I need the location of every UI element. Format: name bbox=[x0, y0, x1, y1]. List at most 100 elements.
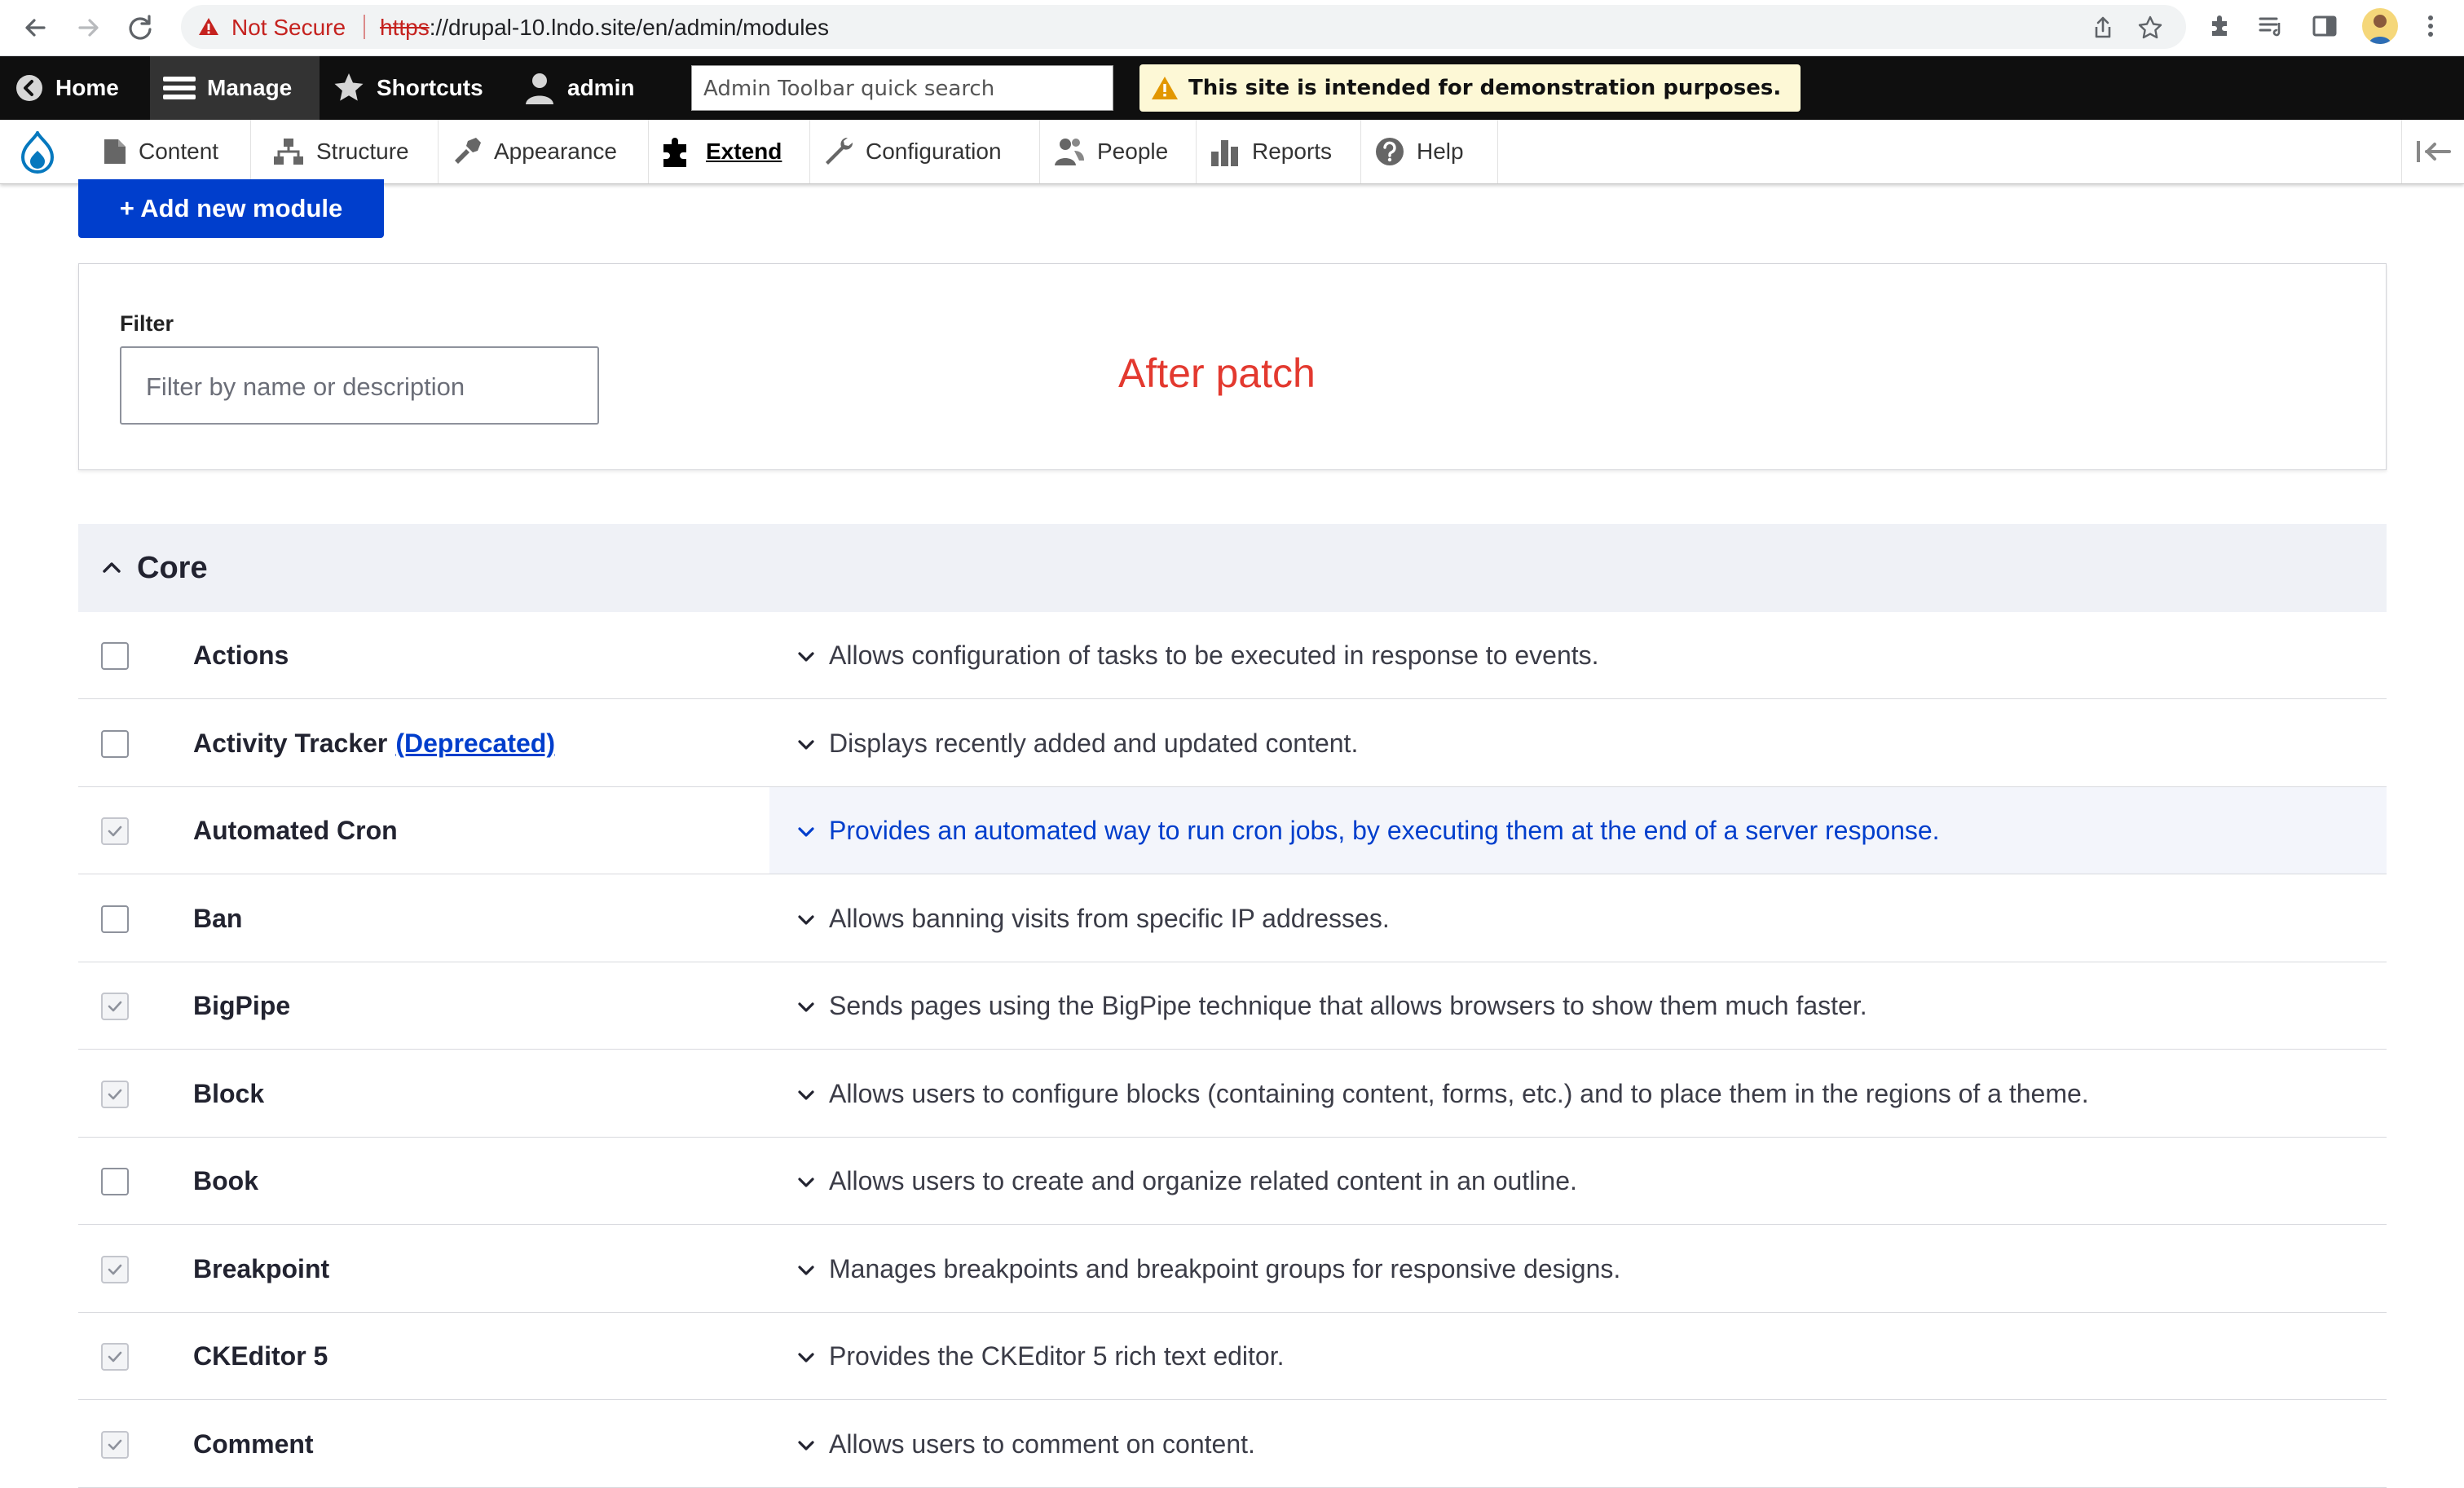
module-checkbox[interactable] bbox=[101, 905, 129, 933]
side-panel-icon[interactable] bbox=[2310, 11, 2339, 41]
tray-item-label: Extend bbox=[706, 139, 782, 164]
module-description-toggle[interactable]: Provides an automated way to run cron jo… bbox=[769, 787, 2387, 874]
module-name-text: Block bbox=[193, 1078, 265, 1108]
module-checkbox[interactable] bbox=[101, 1080, 129, 1108]
module-description: Manages breakpoints and breakpoint group… bbox=[829, 1253, 1621, 1283]
security-status[interactable]: Not Secure bbox=[231, 15, 346, 41]
module-name-text: Comment bbox=[193, 1429, 314, 1459]
module-name: BigPipe bbox=[193, 991, 290, 1021]
module-description: Displays recently added and updated cont… bbox=[829, 728, 1359, 758]
module-name-text: CKEditor 5 bbox=[193, 1341, 328, 1371]
module-description: Allows banning visits from specific IP a… bbox=[829, 903, 1390, 933]
tray-item-help[interactable]: Help bbox=[1361, 120, 1498, 183]
avatar[interactable] bbox=[2362, 8, 2398, 44]
module-checkbox[interactable] bbox=[101, 817, 129, 845]
tray-item-content[interactable]: Content bbox=[90, 120, 251, 183]
module-checkbox[interactable] bbox=[101, 1430, 129, 1459]
module-checkbox[interactable] bbox=[101, 729, 129, 758]
annotation-text: After patch bbox=[1118, 350, 1316, 396]
module-checkbox[interactable] bbox=[101, 1168, 129, 1195]
arrow-left-icon bbox=[25, 19, 46, 37]
back-button[interactable] bbox=[16, 8, 55, 47]
divider bbox=[364, 15, 365, 39]
address-bar[interactable]: Not Secure https://drupal-10.lndo.site/e… bbox=[181, 5, 2186, 49]
module-row: Automated Cron Provides an automated way … bbox=[78, 787, 2387, 874]
module-checkbox[interactable] bbox=[101, 993, 129, 1020]
tray-item-people[interactable]: People bbox=[1040, 120, 1197, 183]
module-row: Ban Allows banning visits from specific I… bbox=[78, 875, 2387, 962]
toolbar-shortcuts[interactable]: Shortcuts bbox=[333, 56, 483, 120]
browser-toolbar: Not Secure https://drupal-10.lndo.site/e… bbox=[0, 0, 2464, 56]
filter-input[interactable]: Filter by name or description bbox=[120, 346, 599, 425]
warning-icon bbox=[199, 18, 218, 35]
module-description-toggle[interactable]: Manages breakpoints and breakpoint group… bbox=[769, 1226, 2387, 1312]
drupal-logo-icon[interactable] bbox=[16, 131, 59, 174]
module-row: Book Allows users to create and organize … bbox=[78, 1138, 2387, 1225]
bookmark-star-icon[interactable] bbox=[2137, 15, 2163, 41]
module-description-toggle[interactable]: Allows users to create and organize rela… bbox=[769, 1138, 2387, 1224]
tray-item-extend[interactable]: Extend bbox=[649, 120, 810, 183]
module-description-toggle[interactable]: Allows users to configure blocks (contai… bbox=[769, 1050, 2387, 1137]
structure-icon bbox=[274, 139, 303, 165]
module-description-toggle[interactable]: Allows users to comment on content. bbox=[769, 1401, 2387, 1487]
module-description: Provides an automated way to run cron jo… bbox=[829, 816, 1940, 845]
warning-icon bbox=[1152, 77, 1178, 99]
toolbar-home[interactable]: Home bbox=[0, 56, 139, 120]
module-row: Breakpoint Manages breakpoints and breakp… bbox=[78, 1226, 2387, 1313]
module-checkbox[interactable] bbox=[101, 1255, 129, 1283]
module-row: Activity Tracker (Deprecated) Displays rec… bbox=[78, 700, 2387, 787]
url-text[interactable]: https://drupal-10.lndo.site/en/admin/mod… bbox=[380, 15, 829, 41]
share-icon[interactable] bbox=[2090, 15, 2116, 41]
module-description-toggle[interactable]: Displays recently added and updated cont… bbox=[769, 700, 2387, 786]
module-checkbox[interactable] bbox=[101, 642, 129, 670]
module-description-toggle[interactable]: Allows configuration of tasks to be exec… bbox=[769, 612, 2387, 698]
deprecated-link[interactable]: (Deprecated) bbox=[395, 729, 555, 758]
module-description-toggle[interactable]: Provides the CKEditor 5 rich text editor… bbox=[769, 1313, 2387, 1399]
add-new-module-button[interactable]: + Add new module bbox=[78, 179, 384, 238]
tray-item-reports[interactable]: Reports bbox=[1197, 120, 1361, 183]
paint-wrench-icon bbox=[455, 138, 481, 164]
demo-notice: This site is intended for demonstration … bbox=[1139, 64, 1801, 112]
tray-item-appearance[interactable]: Appearance bbox=[439, 120, 649, 183]
chevron-down-icon bbox=[798, 827, 814, 837]
module-description-toggle[interactable]: Allows banning visits from specific IP a… bbox=[769, 875, 2387, 962]
module-name-text: Activity Tracker bbox=[193, 728, 388, 758]
reload-button[interactable] bbox=[121, 8, 160, 47]
module-name: Activity Tracker (Deprecated) bbox=[193, 729, 555, 759]
chevron-down-icon bbox=[798, 1178, 814, 1187]
chevron-down-icon bbox=[798, 914, 814, 925]
module-description: Allows users to comment on content. bbox=[829, 1429, 1255, 1459]
toolbar-manage[interactable]: Manage bbox=[150, 56, 320, 120]
url-path: ://drupal-10.lndo.site/en/admin/modules bbox=[429, 15, 829, 40]
forward-button[interactable] bbox=[68, 8, 108, 47]
chevron-down-icon bbox=[798, 652, 814, 662]
extensions-icon[interactable] bbox=[2206, 11, 2235, 41]
document-icon bbox=[104, 139, 126, 164]
module-description: Provides the CKEditor 5 rich text editor… bbox=[829, 1341, 1285, 1371]
more-menu-icon[interactable] bbox=[2416, 11, 2445, 41]
module-checkbox[interactable] bbox=[101, 1343, 129, 1371]
module-name-text: Breakpoint bbox=[193, 1253, 330, 1283]
module-name-text: Ban bbox=[193, 903, 243, 933]
help-icon bbox=[1376, 138, 1404, 165]
module-name-text: Actions bbox=[193, 641, 289, 670]
tray-item-structure[interactable]: Structure bbox=[259, 120, 439, 183]
checkmark-icon bbox=[108, 1351, 122, 1363]
user-icon bbox=[526, 73, 553, 104]
wrench-icon bbox=[826, 137, 853, 165]
tray-item-configuration[interactable]: Configuration bbox=[810, 120, 1040, 183]
module-name-text: Book bbox=[193, 1166, 258, 1195]
star-icon bbox=[334, 73, 364, 101]
toolbar-search-input[interactable]: Admin Toolbar quick search bbox=[691, 65, 1113, 111]
checkmark-icon bbox=[108, 1001, 122, 1012]
reading-list-icon[interactable] bbox=[2256, 11, 2285, 41]
module-name: Breakpoint bbox=[193, 1254, 329, 1284]
toolbar-user[interactable]: admin bbox=[523, 56, 634, 120]
tray-item-label: Content bbox=[139, 139, 219, 164]
core-package-header[interactable]: Core bbox=[78, 524, 2387, 612]
module-description-toggle[interactable]: Sends pages using the BigPipe technique … bbox=[769, 962, 2387, 1049]
chevron-up-icon bbox=[103, 562, 121, 573]
tray-collapse-button[interactable] bbox=[2401, 120, 2464, 183]
module-row: Actions Allows configuration of tasks to … bbox=[78, 612, 2387, 699]
demo-notice-text: This site is intended for demonstration … bbox=[1188, 76, 1782, 100]
